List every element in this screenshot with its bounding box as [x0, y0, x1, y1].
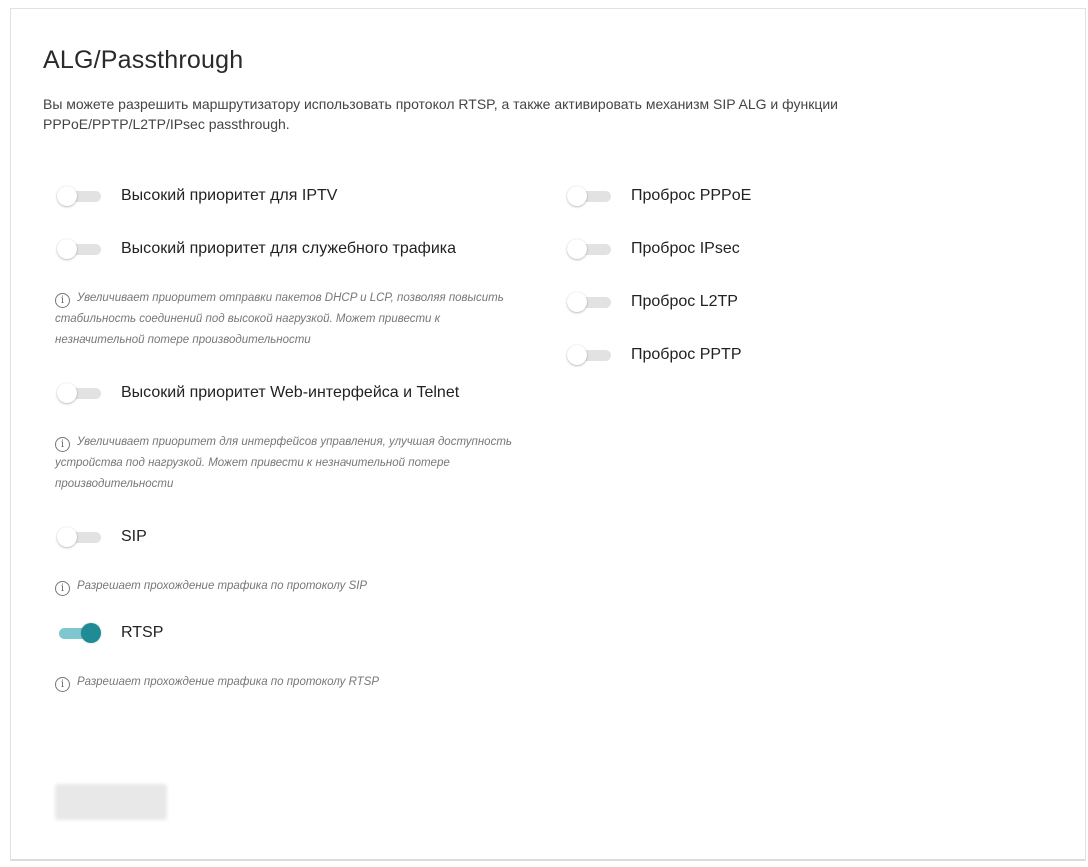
- rtsp-hint: i Разрешает прохождение трафика по проток…: [55, 672, 525, 693]
- sip-label: SIP: [121, 528, 147, 545]
- web-telnet-priority-label: Высокий приоритет Web-интерфейса и Telne…: [121, 384, 460, 401]
- rtsp-hint-text: Разрешает прохождение трафика по протоко…: [77, 676, 380, 688]
- pptp-passthrough-label: Проброс PPTP: [631, 346, 742, 363]
- rtsp-toggle-row[interactable]: RTSP: [55, 618, 163, 648]
- service-traffic-hint-text: Увеличивает приоритет отправки пакетов D…: [55, 292, 504, 346]
- ipsec-passthrough-toggle[interactable]: [565, 238, 615, 260]
- pptp-passthrough-toggle-row[interactable]: Проброс PPTP: [565, 340, 742, 370]
- page-description: Вы можете разрешить маршрутизатору испол…: [43, 96, 838, 132]
- sip-toggle-row[interactable]: SIP: [55, 522, 147, 552]
- page-title: ALG/Passthrough: [43, 46, 244, 74]
- rtsp-toggle[interactable]: [55, 622, 105, 644]
- apply-button[interactable]: [55, 784, 167, 820]
- l2tp-passthrough-toggle-row[interactable]: Проброс L2TP: [565, 287, 738, 317]
- iptv-priority-toggle-row[interactable]: Высокий приоритет для IPTV: [55, 181, 337, 211]
- ipsec-passthrough-label: Проброс IPsec: [631, 240, 740, 257]
- web-telnet-hint-text: Увеличивает приоритет для интерфейсов уп…: [55, 436, 512, 490]
- l2tp-passthrough-label: Проброс L2TP: [631, 293, 738, 310]
- iptv-priority-toggle[interactable]: [55, 185, 105, 207]
- iptv-priority-label: Высокий приоритет для IPTV: [121, 187, 338, 204]
- sip-toggle[interactable]: [55, 526, 105, 548]
- info-icon: i: [55, 437, 70, 452]
- web-telnet-hint: i Увеличивает приоритет для интерфейсов у…: [55, 432, 525, 495]
- pppoe-passthrough-toggle-row[interactable]: Проброс PPPoE: [565, 181, 751, 211]
- web-telnet-priority-toggle-row[interactable]: Высокий приоритет Web-интерфейса и Telne…: [55, 378, 459, 408]
- sip-hint-text: Разрешает прохождение трафика по протоко…: [77, 580, 368, 592]
- info-icon: i: [55, 581, 70, 596]
- service-traffic-priority-label: Высокий приоритет для служебного трафика: [121, 240, 457, 257]
- service-traffic-priority-toggle-row[interactable]: Высокий приоритет для служебного трафика: [55, 234, 456, 264]
- ipsec-passthrough-toggle-row[interactable]: Проброс IPsec: [565, 234, 740, 264]
- web-telnet-priority-toggle[interactable]: [55, 382, 105, 404]
- pppoe-passthrough-toggle[interactable]: [565, 185, 615, 207]
- sip-hint: i Разрешает прохождение трафика по проток…: [55, 576, 525, 597]
- pppoe-passthrough-label: Проброс PPPoE: [631, 187, 752, 204]
- service-traffic-priority-toggle[interactable]: [55, 238, 105, 260]
- rtsp-label: RTSP: [121, 624, 164, 641]
- info-icon: i: [55, 293, 70, 308]
- pptp-passthrough-toggle[interactable]: [565, 344, 615, 366]
- info-icon: i: [55, 677, 70, 692]
- service-traffic-hint: i Увеличивает приоритет отправки пакетов …: [55, 288, 525, 351]
- l2tp-passthrough-toggle[interactable]: [565, 291, 615, 313]
